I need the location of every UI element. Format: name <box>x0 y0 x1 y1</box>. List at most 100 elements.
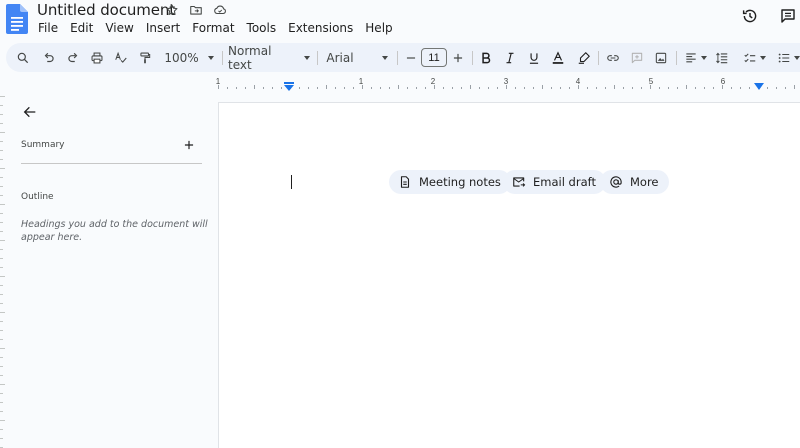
summary-label: Summary <box>21 140 65 150</box>
ruler-tick <box>0 186 3 187</box>
horizontal-ruler[interactable]: 1 1 2 3 4 5 6 <box>216 74 800 92</box>
bulleted-list-icon <box>778 53 789 62</box>
cloud-saved-icon[interactable] <box>213 3 227 17</box>
ruler-tick <box>0 249 3 250</box>
menu-format[interactable]: Format <box>186 20 240 36</box>
ruler-tick <box>0 114 3 115</box>
spellcheck-icon[interactable] <box>112 43 130 72</box>
ruler-tick <box>0 159 3 160</box>
ruler-tick <box>0 429 3 430</box>
ruler-tick <box>731 87 732 89</box>
ruler-tick <box>596 87 597 89</box>
ruler-tick <box>686 85 687 89</box>
ruler-tick <box>443 87 444 89</box>
text-color-icon[interactable] <box>550 43 566 72</box>
font-size-input[interactable]: 11 <box>421 48 447 67</box>
title-bar: Untitled document File Edit View Insert … <box>0 0 800 40</box>
version-history-icon[interactable] <box>741 7 759 25</box>
ruler-tick <box>0 258 3 259</box>
chip-label: Meeting notes <box>419 175 501 189</box>
font-family-select[interactable]: Arial <box>326 43 388 72</box>
ruler-tick <box>704 87 705 89</box>
menu-help[interactable]: Help <box>359 20 398 36</box>
left-indent-marker[interactable] <box>283 82 295 91</box>
ruler-tick <box>0 285 3 286</box>
ruler-tick <box>0 321 3 322</box>
ruler-tick <box>326 85 327 89</box>
align-select[interactable] <box>682 43 708 72</box>
star-icon[interactable] <box>165 3 179 17</box>
ruler-tick <box>470 85 471 89</box>
ruler-tick <box>0 132 5 133</box>
move-folder-icon[interactable] <box>189 3 203 17</box>
chevron-down-icon <box>793 55 800 60</box>
document-icon <box>400 176 410 188</box>
menu-view[interactable]: View <box>99 20 139 36</box>
bold-icon[interactable] <box>478 43 494 72</box>
toolbar-divider <box>317 51 318 65</box>
menu-edit[interactable]: Edit <box>64 20 99 36</box>
menu-extensions[interactable]: Extensions <box>282 20 359 36</box>
chevron-down-icon <box>381 55 388 60</box>
ruler-tick <box>650 85 651 89</box>
ruler-tick <box>218 85 219 89</box>
chip-label: Email draft <box>533 175 596 189</box>
ruler-tick <box>371 87 372 89</box>
chip-label: More <box>630 175 659 189</box>
ruler-tick <box>569 87 570 89</box>
comments-icon[interactable] <box>779 7 797 25</box>
ruler-tick <box>0 276 5 277</box>
ruler-tick <box>0 348 5 349</box>
chevron-down-icon <box>759 55 766 60</box>
back-arrow-icon[interactable] <box>22 104 38 120</box>
redo-icon[interactable] <box>64 43 82 72</box>
undo-icon[interactable] <box>40 43 58 72</box>
menu-file[interactable]: File <box>32 20 64 36</box>
ruler-tick <box>722 85 723 89</box>
more-chip[interactable]: More <box>600 170 669 194</box>
highlight-icon[interactable] <box>576 43 592 72</box>
add-summary-button[interactable] <box>182 138 196 152</box>
ruler-tick <box>587 87 588 89</box>
ruler-tick <box>578 85 579 89</box>
paragraph-style-select[interactable]: Normal text <box>228 43 310 72</box>
insert-image-icon[interactable] <box>652 43 670 72</box>
search-menus-icon[interactable] <box>14 43 32 72</box>
underline-icon[interactable] <box>526 43 542 72</box>
email-draft-chip[interactable]: Email draft <box>503 170 606 194</box>
print-icon[interactable] <box>88 43 106 72</box>
ruler-tick <box>0 294 3 295</box>
document-title[interactable]: Untitled document <box>37 1 175 19</box>
italic-icon[interactable] <box>502 43 518 72</box>
ruler-tick <box>776 87 777 89</box>
ruler-tick <box>308 87 309 89</box>
ruler-tick <box>668 87 669 89</box>
decrease-font-size-icon[interactable] <box>403 43 419 72</box>
zoom-select[interactable]: 100% <box>163 43 215 72</box>
document-page[interactable]: Meeting notes Email draft More <box>218 102 800 448</box>
ruler-tick <box>560 87 561 89</box>
insert-link-icon[interactable] <box>604 43 622 72</box>
bulleted-list-select[interactable] <box>774 43 800 72</box>
ruler-tick <box>0 420 5 421</box>
ruler-tick <box>0 231 3 232</box>
docs-logo-icon[interactable] <box>6 4 28 34</box>
ruler-tick <box>353 87 354 89</box>
menu-tools[interactable]: Tools <box>241 20 283 36</box>
ruler-tick <box>236 87 237 89</box>
right-indent-marker[interactable] <box>754 83 764 90</box>
meeting-notes-chip[interactable]: Meeting notes <box>389 170 511 194</box>
email-icon <box>513 177 526 187</box>
increase-font-size-icon[interactable] <box>450 43 466 72</box>
ruler-tick <box>479 87 480 89</box>
menu-insert[interactable]: Insert <box>140 20 186 36</box>
ruler-tick <box>380 87 381 89</box>
paint-format-icon[interactable] <box>136 43 154 72</box>
add-comment-icon[interactable] <box>628 43 646 72</box>
ruler-tick <box>317 87 318 89</box>
ruler-tick <box>551 87 552 89</box>
line-spacing-icon[interactable] <box>714 43 730 72</box>
checklist-select[interactable] <box>740 43 768 72</box>
ruler-tick <box>461 87 462 89</box>
plus-icon <box>184 140 194 150</box>
